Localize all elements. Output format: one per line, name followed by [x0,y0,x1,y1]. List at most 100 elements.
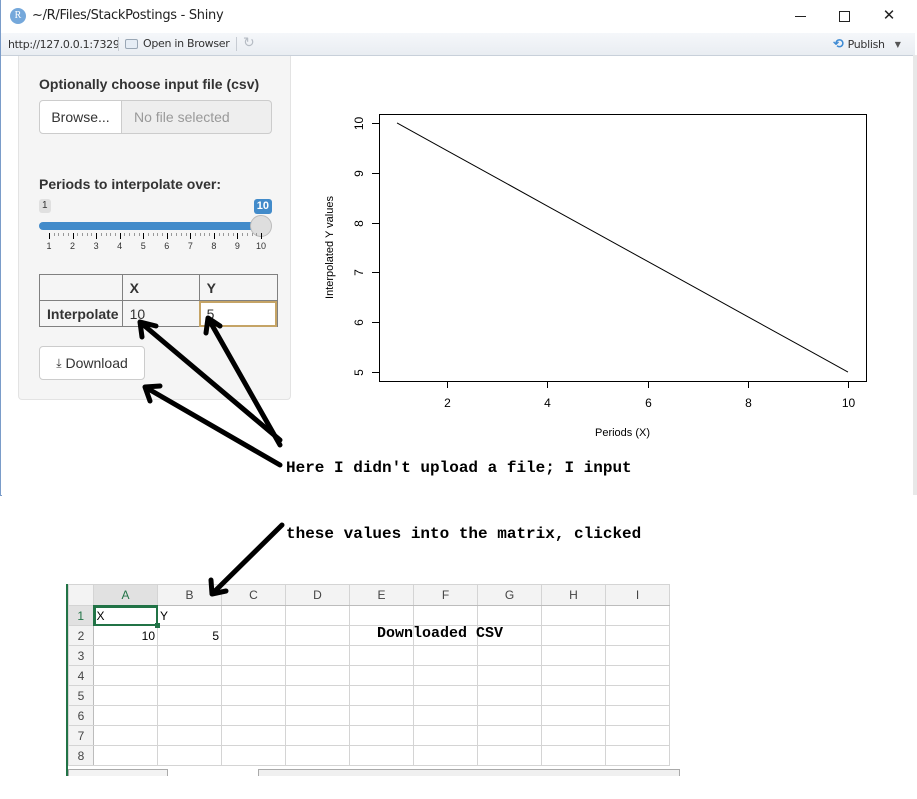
spreadsheet-cell[interactable] [285,725,350,746]
horizontal-scrollbar[interactable] [258,769,680,776]
spreadsheet-cell[interactable] [285,745,350,766]
spreadsheet-cell[interactable] [93,745,158,766]
spreadsheet-cell[interactable] [605,725,670,746]
spreadsheet-cell[interactable] [349,645,414,666]
spreadsheet-cell[interactable] [477,745,542,766]
x-tick-label: 10 [842,396,856,410]
spreadsheet-cell[interactable] [285,625,350,646]
spreadsheet-cell[interactable] [221,645,286,666]
spreadsheet-cell[interactable] [413,645,478,666]
spreadsheet-cell[interactable]: 5 [157,625,222,646]
spreadsheet-cell[interactable] [157,725,222,746]
spreadsheet-cell[interactable] [605,625,670,646]
row-header[interactable]: 1 [68,605,95,626]
spreadsheet-cell[interactable] [285,705,350,726]
spreadsheet-cell[interactable] [541,725,606,746]
spreadsheet-cell[interactable] [285,645,350,666]
spreadsheet-cell[interactable] [413,605,478,626]
column-header[interactable]: D [285,584,350,606]
spreadsheet-row: 3 [68,645,670,666]
spreadsheet-cell[interactable] [221,605,286,626]
spreadsheet-cell[interactable] [349,665,414,686]
spreadsheet-cell[interactable] [221,625,286,646]
spreadsheet-cell[interactable] [349,725,414,746]
spreadsheet-cell[interactable] [349,705,414,726]
spreadsheet-cell[interactable] [605,685,670,706]
spreadsheet-cell[interactable] [477,645,542,666]
spreadsheet-cell[interactable] [477,705,542,726]
spreadsheet-cell[interactable] [413,685,478,706]
spreadsheet-cell[interactable] [285,685,350,706]
spreadsheet-cell[interactable] [541,645,606,666]
row-header[interactable]: 5 [68,685,94,706]
x-tick-label: 6 [645,396,652,410]
spreadsheet-cell[interactable] [157,705,222,726]
spreadsheet-cell[interactable] [605,645,670,666]
spreadsheet-cell[interactable] [605,745,670,766]
spreadsheet-cell[interactable] [413,705,478,726]
column-header[interactable]: C [221,584,286,606]
column-header[interactable]: H [541,584,606,606]
row-header[interactable]: 8 [68,745,94,766]
spreadsheet-cell[interactable] [477,605,542,626]
spreadsheet-cell[interactable] [93,725,158,746]
spreadsheet-cell[interactable] [349,685,414,706]
spreadsheet-cell[interactable] [541,685,606,706]
spreadsheet-cell[interactable] [413,725,478,746]
row-header[interactable]: 4 [68,665,94,686]
spreadsheet-cell[interactable] [413,745,478,766]
spreadsheet-cell[interactable] [93,685,158,706]
column-header[interactable]: A [93,584,158,607]
row-header[interactable]: 6 [68,705,94,726]
spreadsheet-cell[interactable] [477,725,542,746]
spreadsheet-cell[interactable] [221,705,286,726]
y-axis-label: Interpolated Y values [324,196,336,299]
spreadsheet-cell[interactable] [477,665,542,686]
spreadsheet-cell[interactable]: Y [157,605,222,626]
column-header[interactable]: E [349,584,414,606]
spreadsheet-cell[interactable] [221,665,286,686]
spreadsheet-cell[interactable] [221,745,286,766]
spreadsheet-cell[interactable] [605,605,670,626]
spreadsheet-cell[interactable] [541,665,606,686]
spreadsheet-cell[interactable] [157,685,222,706]
row-header[interactable]: 7 [68,725,94,746]
spreadsheet-cell[interactable] [285,605,350,626]
spreadsheet-cell[interactable] [477,685,542,706]
sheet-tab[interactable] [68,769,168,776]
spreadsheet-cell[interactable] [93,645,158,666]
spreadsheet-cell[interactable] [157,645,222,666]
row-header[interactable]: 2 [68,625,94,646]
spreadsheet-cell[interactable] [605,705,670,726]
spreadsheet-cell[interactable] [541,705,606,726]
spreadsheet-cell[interactable] [541,745,606,766]
y-tick-label: 6 [352,319,366,326]
y-tick-label: 5 [352,369,366,376]
column-header[interactable]: G [477,584,542,606]
spreadsheet-cell[interactable]: 10 [93,625,158,646]
spreadsheet-cell[interactable] [157,745,222,766]
spreadsheet-cell[interactable] [541,625,606,646]
spreadsheet-cell[interactable] [349,605,414,626]
spreadsheet-cell[interactable] [221,725,286,746]
spreadsheet-cell[interactable] [93,665,158,686]
spreadsheet-footer [66,769,680,776]
spreadsheet-cell[interactable] [605,665,670,686]
spreadsheet-cell[interactable] [93,705,158,726]
spreadsheet-cell[interactable] [221,685,286,706]
spreadsheet-cell[interactable] [349,745,414,766]
spreadsheet-cell[interactable]: X [93,605,160,628]
column-header[interactable]: B [157,584,222,606]
spreadsheet-row: 7 [68,725,670,746]
spreadsheet-cell[interactable] [157,665,222,686]
column-header[interactable]: I [605,584,670,606]
y-axis: 5 6 7 8 9 10 [352,117,379,376]
row-header[interactable]: 3 [68,645,94,666]
spreadsheet-cell[interactable] [541,605,606,626]
spreadsheet-cell[interactable] [285,665,350,686]
column-header[interactable]: F [413,584,478,606]
spreadsheet-cell[interactable] [413,665,478,686]
spreadsheet-grid: A B C D E F G H I 1 X Y 2 10 5 3 4 5 6 7 8 [68,584,670,766]
x-tick-label: 2 [444,396,451,410]
select-all-corner[interactable] [68,584,94,606]
